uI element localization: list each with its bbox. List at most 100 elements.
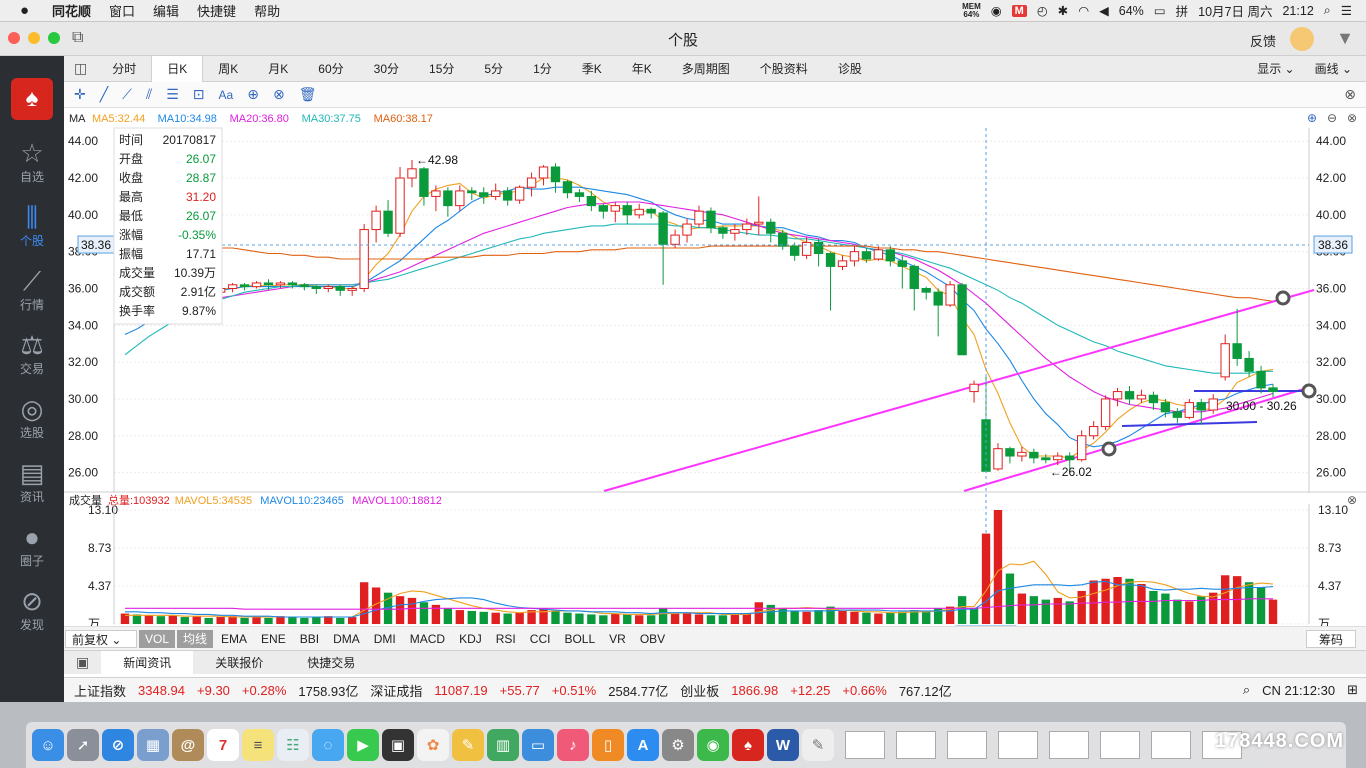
app-logo[interactable]: ♠ (11, 78, 53, 120)
skin-icon[interactable]: ▼ (1336, 28, 1354, 49)
sidebar-item-discover[interactable]: ⊘ 发现 (0, 586, 64, 633)
sidebar-item-trade[interactable]: ⚖ 交易 (0, 330, 64, 377)
minimized-window-thumb[interactable] (1100, 731, 1140, 759)
indicator-macd[interactable]: MACD (404, 630, 451, 648)
word-icon[interactable]: W (767, 729, 799, 761)
sidebar-item-stock[interactable]: ⫼ 个股 (0, 202, 64, 249)
calendar-icon[interactable]: 7 (207, 729, 239, 761)
indicator-vol[interactable]: VOL (139, 629, 176, 648)
tab-yearly[interactable]: 年K (617, 56, 667, 82)
tab-15min[interactable]: 15分 (414, 56, 469, 82)
indicator-ma[interactable]: 均线 (177, 629, 214, 648)
memory-indicator[interactable]: MEM 64% (962, 2, 981, 19)
contacts-icon[interactable]: @ (172, 729, 204, 761)
indicator-boll[interactable]: BOLL (558, 630, 601, 648)
indicator-kdj[interactable]: KDJ (453, 630, 488, 648)
ticker-sz-name[interactable]: 深证成指 (370, 681, 422, 700)
tab-quarterly[interactable]: 季K (567, 56, 617, 82)
sidebar-item-pick[interactable]: ◎ 选股 (0, 394, 64, 441)
segment-tool-icon[interactable]: ⟋ (122, 86, 132, 103)
safari-icon[interactable]: ⊘ (102, 729, 134, 761)
minimized-window-thumb[interactable] (998, 731, 1038, 759)
launchpad-icon[interactable]: ➚ (67, 729, 99, 761)
clock-time[interactable]: 21:12 (1282, 4, 1313, 18)
sidebar-toggle-icon[interactable]: ◫ (64, 60, 97, 77)
indicator-vr[interactable]: VR (603, 630, 632, 648)
display-dropdown[interactable]: 显示 ⌄ (1257, 60, 1314, 77)
minimized-window-thumb[interactable] (845, 731, 885, 759)
wifi-icon[interactable]: ◠ (1078, 3, 1089, 18)
indicator-dma[interactable]: DMA (327, 630, 366, 648)
minimized-window-thumb[interactable] (947, 731, 987, 759)
sidebar-item-market[interactable]: ⟋ 行情 (0, 266, 64, 313)
tab-5min[interactable]: 5分 (469, 56, 518, 82)
crosshair-tool-icon[interactable]: ✛ (74, 86, 86, 103)
app-store-icon[interactable]: A (627, 729, 659, 761)
facetime-icon[interactable]: ▶ (347, 729, 379, 761)
tab-weekly[interactable]: 周K (203, 56, 253, 82)
system-preferences-icon[interactable]: ⚙ (662, 729, 694, 761)
menu-shortcuts[interactable]: 快捷键 (197, 1, 236, 20)
notes-icon[interactable]: ≡ (242, 729, 274, 761)
battery-percent[interactable]: 64% (1119, 4, 1144, 18)
time-machine-icon[interactable]: ◴ (1037, 3, 1048, 18)
sidebar-item-favorites[interactable]: ☆ 自选 (0, 138, 64, 185)
reminders-icon[interactable]: ☷ (277, 729, 309, 761)
menu-window[interactable]: 窗口 (109, 1, 135, 20)
menu-help[interactable]: 帮助 (254, 1, 280, 20)
m-app-icon[interactable]: M (1011, 4, 1027, 17)
wechat-dock-icon[interactable]: ◉ (697, 729, 729, 761)
avatar[interactable] (1290, 27, 1314, 51)
indicator-ema[interactable]: EMA (215, 630, 253, 648)
indicator-cci[interactable]: CCI (524, 630, 557, 648)
preview-icon[interactable]: ▦ (137, 729, 169, 761)
minimized-window-thumb[interactable] (1151, 731, 1191, 759)
chip-button[interactable]: 筹码 (1305, 629, 1356, 648)
keynote-icon[interactable]: ▭ (522, 729, 554, 761)
search-icon[interactable]: ⌕ (1243, 682, 1250, 698)
wechat-icon[interactable]: ◉ (991, 3, 1002, 18)
close-toolbar-icon[interactable]: ⊗ (1344, 86, 1366, 103)
notification-center-icon[interactable]: ☰ (1341, 3, 1352, 18)
indicator-rsi[interactable]: RSI (490, 630, 522, 648)
ticker-sh-name[interactable]: 上证指数 (74, 681, 126, 700)
line-tool-icon[interactable]: ╱ (100, 86, 108, 103)
tab-related-quotes[interactable]: 关联报价 (193, 651, 285, 675)
finder-icon[interactable]: ☺ (32, 729, 64, 761)
tab-profile[interactable]: 个股资料 (745, 56, 823, 82)
text-tool-icon[interactable]: Aa (219, 88, 234, 102)
gann-tool-icon[interactable]: ⊗ (273, 86, 285, 103)
rect-tool-icon[interactable]: ⊡ (193, 86, 205, 103)
tonghuashun-dock-icon[interactable]: ♠ (732, 729, 764, 761)
numbers-icon[interactable]: ▥ (487, 729, 519, 761)
music-icon[interactable]: ♪ (557, 729, 589, 761)
tab-30min[interactable]: 30分 (359, 56, 414, 82)
input-method-icon[interactable]: 拼 (1176, 1, 1189, 20)
books-icon[interactable]: ▯ (592, 729, 624, 761)
minimized-window-thumb[interactable] (896, 731, 936, 759)
tab-daily[interactable]: 日K (151, 55, 204, 82)
feedback-link[interactable]: 反馈 (1250, 31, 1276, 50)
sidebar-item-news[interactable]: ▤ 资讯 (0, 458, 64, 505)
chart-canvas[interactable]: MA MA5:32.44 MA10:34.98 MA20:36.80 MA30:37.7… (64, 108, 1366, 643)
photo-booth-icon[interactable]: ▣ (382, 729, 414, 761)
trash-icon[interactable]: 🗑 (299, 86, 317, 103)
cycle-tool-icon[interactable]: ⊕ (247, 86, 259, 103)
messages-icon[interactable]: ◌ (312, 729, 344, 761)
fibonacci-tool-icon[interactable]: ☰ (166, 86, 179, 103)
tab-timeshare[interactable]: 分时 (97, 56, 151, 82)
adjust-dropdown[interactable]: 前复权 ⌄ (65, 629, 137, 648)
kline-chart[interactable]: MA MA5:32.44 MA10:34.98 MA20:36.80 MA30:37.7… (64, 108, 1366, 643)
volume-icon[interactable]: ◀ (1099, 3, 1109, 18)
photos-icon[interactable]: ✿ (417, 729, 449, 761)
sidebar-item-circle[interactable]: ● 圈子 (0, 522, 64, 569)
draw-dropdown[interactable]: 画线 ⌄ (1315, 60, 1366, 77)
panel-toggle-icon[interactable]: ▣ (64, 654, 101, 671)
indicator-dmi[interactable]: DMI (368, 630, 402, 648)
parallel-tool-icon[interactable]: ⫽ (146, 86, 152, 103)
indicator-bbi[interactable]: BBI (294, 630, 325, 648)
clock-date[interactable]: 10月7日 周六 (1198, 1, 1272, 20)
expand-icon[interactable]: ⊞ (1347, 682, 1366, 698)
spotlight-icon[interactable]: ⌕ (1324, 3, 1331, 18)
tab-60min[interactable]: 60分 (303, 56, 358, 82)
